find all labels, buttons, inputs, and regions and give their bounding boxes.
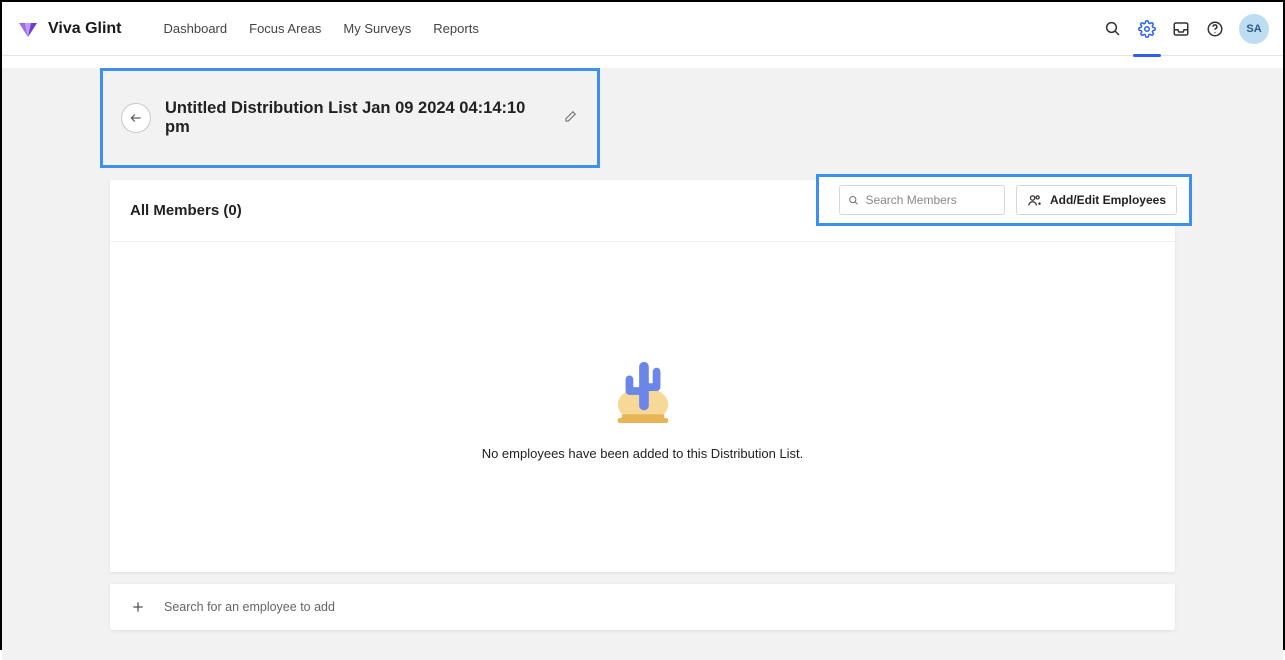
members-heading: All Members (0) xyxy=(130,202,242,219)
nav-my-surveys[interactable]: My Surveys xyxy=(341,17,413,40)
avatar[interactable]: SA xyxy=(1239,14,1269,44)
brand[interactable]: Viva Glint xyxy=(16,17,122,41)
search-members-box[interactable] xyxy=(839,185,1005,215)
topbar-right: SA xyxy=(1103,14,1269,44)
help-icon[interactable] xyxy=(1205,19,1225,39)
search-icon xyxy=(848,194,859,207)
add-edit-employees-button[interactable]: Add/Edit Employees xyxy=(1016,185,1177,215)
page-area: Untitled Distribution List Jan 09 2024 0… xyxy=(2,68,1283,660)
members-card-header: All Members (0) xyxy=(110,180,1175,242)
nav-focus-areas[interactable]: Focus Areas xyxy=(247,17,323,40)
add-employee-hint: Search for an employee to add xyxy=(164,600,335,614)
back-button[interactable] xyxy=(121,103,151,133)
plus-icon xyxy=(130,599,146,615)
page-title: Untitled Distribution List Jan 09 2024 0… xyxy=(165,99,549,137)
members-controls-highlight: Add/Edit Employees xyxy=(816,174,1192,226)
topbar: Viva Glint Dashboard Focus Areas My Surv… xyxy=(2,2,1283,56)
pencil-icon xyxy=(563,110,577,124)
members-card: All Members (0) xyxy=(110,180,1175,572)
empty-state: No employees have been added to this Dis… xyxy=(110,242,1175,572)
main-nav: Dashboard Focus Areas My Surveys Reports xyxy=(162,17,481,40)
arrow-left-icon xyxy=(129,111,143,125)
edit-title-button[interactable] xyxy=(563,110,579,126)
empty-state-message: No employees have been added to this Dis… xyxy=(482,446,804,461)
nav-reports[interactable]: Reports xyxy=(431,17,481,40)
people-add-icon xyxy=(1027,193,1042,208)
inbox-icon[interactable] xyxy=(1171,19,1191,39)
add-employee-bar[interactable]: Search for an employee to add xyxy=(110,584,1175,630)
viva-glint-logo-icon xyxy=(16,17,40,41)
search-members-input[interactable] xyxy=(865,193,996,207)
brand-name: Viva Glint xyxy=(48,20,122,38)
cactus-illustration-icon xyxy=(612,354,674,426)
search-icon[interactable] xyxy=(1103,19,1123,39)
nav-dashboard[interactable]: Dashboard xyxy=(162,17,230,40)
title-region-highlight: Untitled Distribution List Jan 09 2024 0… xyxy=(100,68,600,168)
avatar-initials: SA xyxy=(1246,23,1261,35)
gear-icon[interactable] xyxy=(1137,19,1157,39)
add-edit-employees-label: Add/Edit Employees xyxy=(1050,193,1166,207)
